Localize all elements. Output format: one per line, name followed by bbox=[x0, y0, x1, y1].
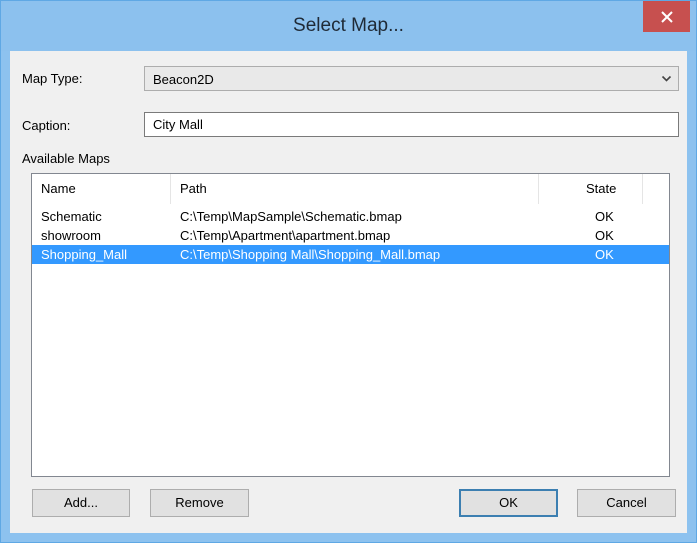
column-header-name[interactable]: Name bbox=[32, 174, 171, 204]
map-type-label: Map Type: bbox=[22, 71, 83, 86]
row-path: C:\Temp\Shopping Mall\Shopping_Mall.bmap bbox=[180, 247, 441, 262]
chevron-down-icon bbox=[661, 75, 672, 82]
map-type-select[interactable]: Beacon2D bbox=[144, 66, 679, 91]
row-name: showroom bbox=[41, 228, 101, 243]
maps-list[interactable]: Name Path State Schematic C:\Temp\MapSam… bbox=[31, 173, 670, 477]
row-name: Schematic bbox=[41, 209, 102, 224]
available-maps-label: Available Maps bbox=[22, 151, 110, 166]
table-row[interactable]: showroom C:\Temp\Apartment\apartment.bma… bbox=[32, 226, 669, 245]
remove-button[interactable]: Remove bbox=[150, 489, 249, 517]
dialog-body: Map Type: Beacon2D Caption: Available Ma… bbox=[10, 51, 687, 533]
ok-button[interactable]: OK bbox=[459, 489, 558, 517]
caption-input[interactable] bbox=[144, 112, 679, 137]
row-state: OK bbox=[595, 228, 614, 243]
table-row[interactable]: Schematic C:\Temp\MapSample\Schematic.bm… bbox=[32, 207, 669, 226]
row-state: OK bbox=[595, 247, 614, 262]
cancel-button[interactable]: Cancel bbox=[577, 489, 676, 517]
row-path: C:\Temp\Apartment\apartment.bmap bbox=[180, 228, 391, 243]
row-path: C:\Temp\MapSample\Schematic.bmap bbox=[180, 209, 402, 224]
close-button[interactable] bbox=[643, 1, 690, 32]
row-name: Shopping_Mall bbox=[41, 247, 128, 262]
window-title: Select Map... bbox=[293, 15, 404, 36]
column-header-state[interactable]: State bbox=[539, 174, 643, 204]
dialog-window: Select Map... Map Type: Beacon2D Caption… bbox=[0, 0, 697, 543]
map-type-value: Beacon2D bbox=[153, 72, 214, 87]
caption-label: Caption: bbox=[22, 118, 71, 133]
list-header: Name Path State bbox=[32, 174, 669, 204]
row-state: OK bbox=[595, 209, 614, 224]
column-header-path[interactable]: Path bbox=[171, 174, 539, 204]
close-icon bbox=[660, 10, 673, 23]
table-row-selected[interactable]: Shopping_Mall C:\Temp\Shopping Mall\Shop… bbox=[32, 245, 669, 264]
add-button[interactable]: Add... bbox=[32, 489, 130, 517]
title-bar[interactable]: Select Map... bbox=[1, 1, 696, 51]
